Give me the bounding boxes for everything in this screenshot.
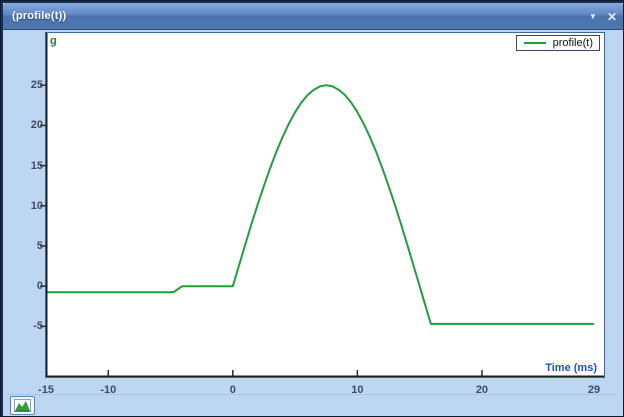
plot-svg <box>46 33 604 377</box>
y-tick-label: 15 <box>13 160 43 172</box>
y-axis-tick-labels: 25 20 15 10 5 0 -5 <box>13 33 43 379</box>
titlebar-controls: ▼ ✕ <box>589 3 617 30</box>
profile-curve <box>46 85 594 324</box>
titlebar[interactable]: (profile(t)) ▼ ✕ <box>3 3 623 30</box>
legend: profile(t) <box>516 35 600 51</box>
close-icon[interactable]: ✕ <box>607 11 617 23</box>
dropdown-arrow-icon[interactable]: ▼ <box>589 13 597 21</box>
window-title: (profile(t)) <box>3 10 66 22</box>
y-tick-label: 10 <box>13 200 43 212</box>
x-axis-label: Time (ms) <box>542 362 597 374</box>
plot-area[interactable]: g Time (ms) profile(t) <box>45 32 605 378</box>
y-tick-label: 25 <box>13 79 43 91</box>
window-body: (profile(t)) ▼ ✕ g Time (ms) profile(t) … <box>3 3 623 416</box>
axis-ticks <box>40 85 482 376</box>
legend-line-sample <box>524 42 546 44</box>
y-tick-label: 5 <box>13 240 43 252</box>
plot-tab-button[interactable] <box>10 396 35 415</box>
bottom-tab-bar <box>7 394 619 414</box>
chart-thumbnail-icon <box>14 399 31 412</box>
legend-label: profile(t) <box>553 38 593 49</box>
plot-window: (profile(t)) ▼ ✕ g Time (ms) profile(t) … <box>0 0 624 417</box>
y-tick-label: -5 <box>13 320 43 332</box>
y-tick-label: 20 <box>13 119 43 131</box>
y-unit-label: g <box>50 35 57 47</box>
y-tick-label: 0 <box>13 280 43 292</box>
